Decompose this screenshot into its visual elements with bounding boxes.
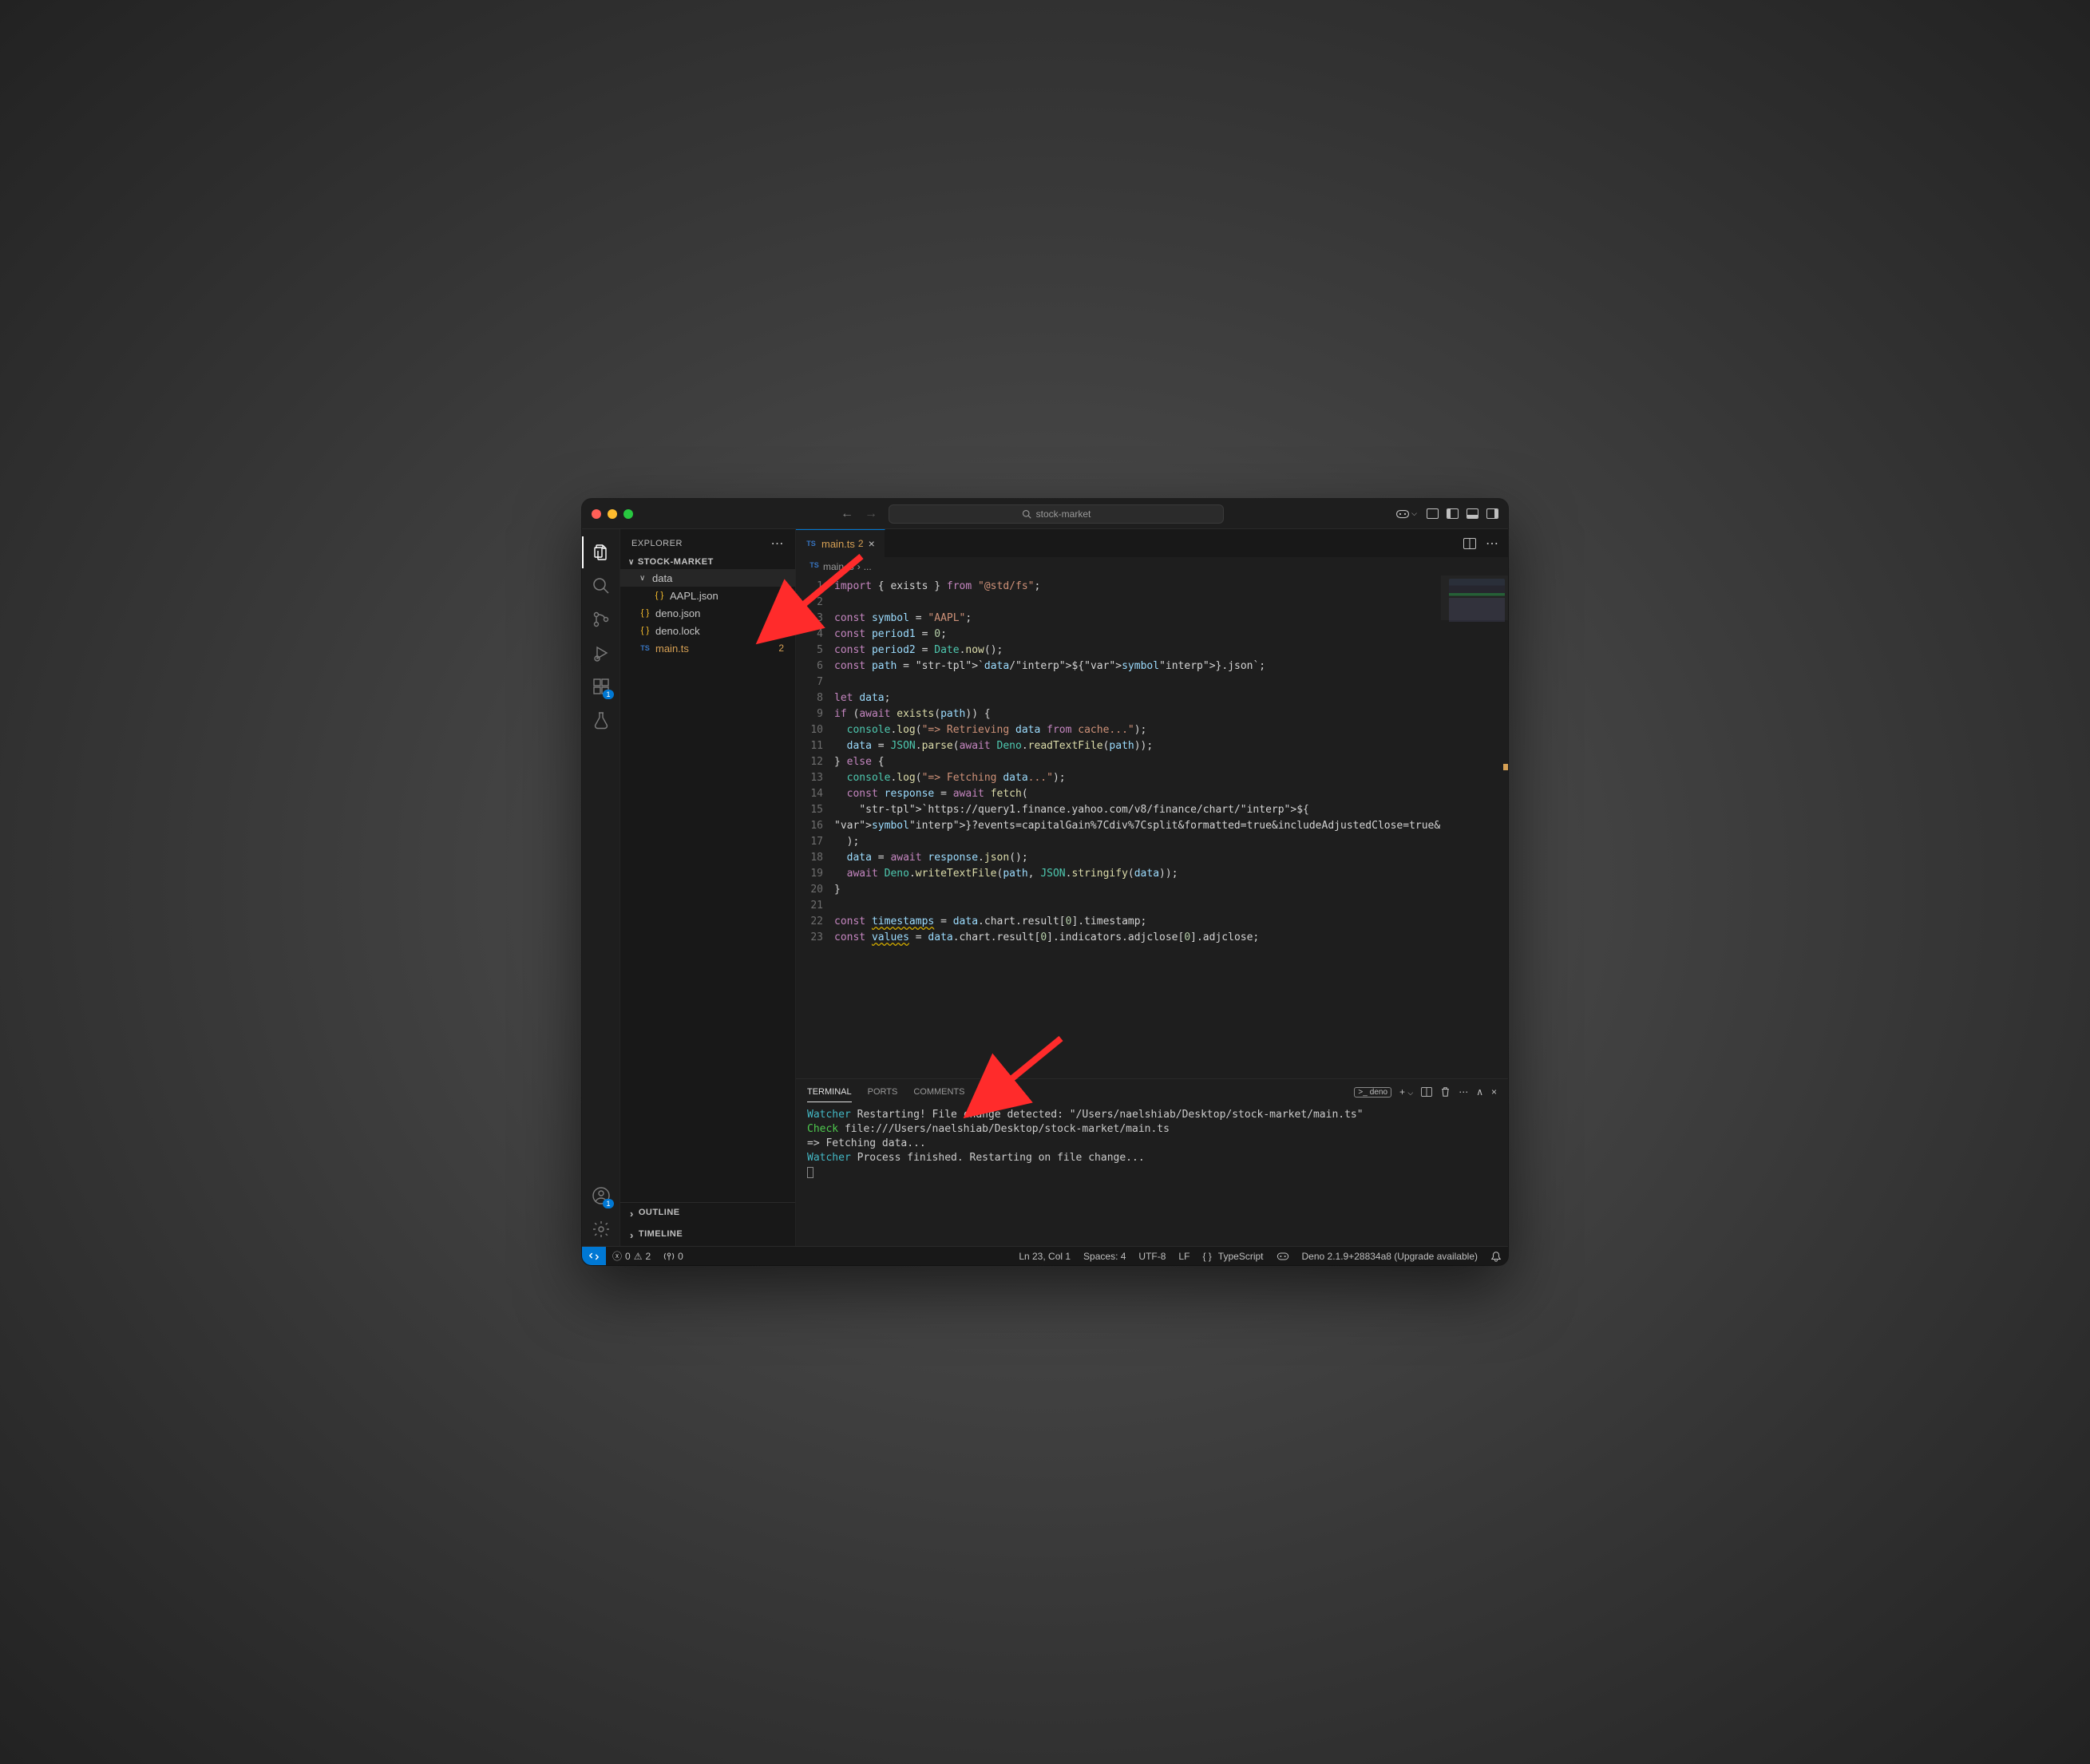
file-label: deno.json xyxy=(655,607,700,619)
new-terminal-icon[interactable]: + ⌵ xyxy=(1399,1086,1413,1098)
extensions-activity-icon[interactable]: 1 xyxy=(590,675,612,698)
accounts-activity-icon[interactable]: 1 xyxy=(590,1185,612,1207)
json-icon: { } xyxy=(654,591,665,600)
eol-status[interactable]: LF xyxy=(1172,1251,1196,1262)
editor-area: TS main.ts 2 × ⋯ TS main.ts › ... xyxy=(796,529,1508,1246)
comments-tab[interactable]: COMMENTS xyxy=(913,1082,964,1102)
problems-status[interactable]: ⓧ0 ⚠2 xyxy=(606,1249,657,1263)
layout-controls xyxy=(1427,508,1498,519)
outline-label: OUTLINE xyxy=(639,1208,680,1220)
settings-activity-icon[interactable] xyxy=(590,1218,612,1240)
ts-icon: TS xyxy=(806,540,817,548)
ports-status[interactable]: 0 xyxy=(657,1251,690,1262)
close-tab-icon[interactable]: × xyxy=(869,537,875,550)
problems-badge: 2 xyxy=(778,643,789,654)
tab-bar: TS main.ts 2 × ⋯ xyxy=(796,529,1508,558)
file-tree: ∨ data { } AAPL.json { } deno.json { } d… xyxy=(620,569,795,657)
nav-forward-icon[interactable]: → xyxy=(865,507,877,521)
nav-arrows: ← → xyxy=(841,507,877,521)
explorer-activity-icon[interactable] xyxy=(590,541,612,564)
debug-activity-icon[interactable] xyxy=(590,642,612,664)
maximize-panel-icon[interactable]: ∧ xyxy=(1476,1086,1483,1098)
maximize-window-button[interactable] xyxy=(623,509,633,519)
remote-indicator[interactable] xyxy=(582,1247,606,1265)
chevron-down-icon: ∨ xyxy=(639,574,647,583)
notifications-icon[interactable] xyxy=(1484,1251,1508,1262)
close-window-button[interactable] xyxy=(592,509,601,519)
terminal-panel: TERMINAL PORTS COMMENTS >_ deno + ⌵ ⋯ ∧ xyxy=(796,1078,1508,1246)
deno-status[interactable]: Deno 2.1.9+28834a8 (Upgrade available) xyxy=(1296,1251,1485,1262)
tab-problems-badge: 2 xyxy=(858,538,864,549)
ts-icon: TS xyxy=(639,644,651,652)
file-aapl-json[interactable]: { } AAPL.json xyxy=(620,587,795,604)
warning-icon: ⚠ xyxy=(634,1251,643,1262)
folder-label: data xyxy=(652,572,672,584)
terminal-output[interactable]: Watcher Restarting! File change detected… xyxy=(796,1105,1508,1246)
kill-terminal-icon[interactable] xyxy=(1440,1086,1451,1098)
json-icon: { } xyxy=(639,626,651,635)
split-editor-icon[interactable] xyxy=(1463,538,1476,549)
testing-activity-icon[interactable] xyxy=(590,709,612,731)
error-icon: ⓧ xyxy=(612,1249,622,1263)
ports-tab[interactable]: PORTS xyxy=(868,1082,898,1102)
titlebar: ← → stock-market ⌵ xyxy=(582,499,1508,529)
toggle-panel-icon[interactable] xyxy=(1467,508,1478,519)
terminal-tab[interactable]: TERMINAL xyxy=(807,1082,852,1102)
breadcrumb-file: main.ts xyxy=(823,561,854,572)
tab-main-ts[interactable]: TS main.ts 2 × xyxy=(796,529,885,557)
breadcrumb-rest: ... xyxy=(864,561,872,572)
status-bar: ⓧ0 ⚠2 0 Ln 23, Col 1 Spaces: 4 UTF-8 LF … xyxy=(582,1246,1508,1265)
file-label: main.ts xyxy=(655,643,689,655)
activity-bar: 1 1 xyxy=(582,529,620,1246)
tab-label: main.ts xyxy=(821,538,855,550)
vscode-window: ← → stock-market ⌵ xyxy=(582,499,1508,1265)
ts-icon: TS xyxy=(809,561,820,572)
search-activity-icon[interactable] xyxy=(590,575,612,597)
workspace-root-label: STOCK-MARKET xyxy=(638,557,714,567)
split-terminal-icon[interactable] xyxy=(1421,1087,1432,1097)
toggle-primary-sidebar-icon[interactable] xyxy=(1447,508,1459,519)
timeline-section[interactable]: TIMELINE xyxy=(620,1224,795,1246)
workspace-root[interactable]: STOCK-MARKET xyxy=(620,555,795,569)
json-icon: { } xyxy=(639,608,651,618)
explorer-sidebar: EXPLORER ⋯ STOCK-MARKET ∨ data { } AAPL.… xyxy=(620,529,796,1246)
antenna-icon xyxy=(663,1251,675,1261)
minimize-window-button[interactable] xyxy=(608,509,617,519)
accounts-badge: 1 xyxy=(603,1199,613,1208)
nav-back-icon[interactable]: ← xyxy=(841,507,853,521)
minimap[interactable] xyxy=(1441,575,1508,1078)
toggle-secondary-sidebar-icon[interactable] xyxy=(1486,508,1498,519)
copilot-status-icon[interactable] xyxy=(1270,1251,1296,1262)
file-main-ts[interactable]: TS main.ts 2 xyxy=(620,639,795,657)
editor-body[interactable]: 1234567891011121314151617181920212223 im… xyxy=(796,575,1508,1078)
language-status[interactable]: { }TypeScript xyxy=(1196,1251,1269,1262)
scm-activity-icon[interactable] xyxy=(590,608,612,631)
close-panel-icon[interactable]: × xyxy=(1491,1086,1497,1098)
editor-more-icon[interactable]: ⋯ xyxy=(1486,536,1498,552)
terminal-shell-label[interactable]: >_ deno xyxy=(1354,1087,1391,1098)
explorer-title: EXPLORER xyxy=(631,539,683,548)
timeline-label: TIMELINE xyxy=(639,1229,683,1241)
encoding-status[interactable]: UTF-8 xyxy=(1132,1251,1172,1262)
folder-data[interactable]: ∨ data xyxy=(620,569,795,587)
explorer-more-icon[interactable]: ⋯ xyxy=(771,536,785,552)
code-content[interactable]: import { exists } from "@std/fs"; const … xyxy=(834,575,1441,1078)
outline-section[interactable]: OUTLINE xyxy=(620,1203,795,1224)
layout-customize-icon[interactable] xyxy=(1427,508,1439,519)
file-label: deno.lock xyxy=(655,625,700,637)
window-controls xyxy=(592,509,633,519)
file-deno-lock[interactable]: { } deno.lock xyxy=(620,622,795,639)
breadcrumb[interactable]: TS main.ts › ... xyxy=(796,558,1508,575)
command-center-text: stock-market xyxy=(1036,508,1091,520)
search-icon xyxy=(1022,509,1031,519)
cursor-position[interactable]: Ln 23, Col 1 xyxy=(1012,1251,1077,1262)
indentation-status[interactable]: Spaces: 4 xyxy=(1077,1251,1132,1262)
extensions-badge: 1 xyxy=(603,690,613,699)
copilot-icon[interactable]: ⌵ xyxy=(1395,508,1417,520)
file-deno-json[interactable]: { } deno.json xyxy=(620,604,795,622)
command-center[interactable]: stock-market xyxy=(889,504,1224,524)
panel-more-icon[interactable]: ⋯ xyxy=(1459,1086,1468,1098)
file-label: AAPL.json xyxy=(670,590,718,602)
line-gutter: 1234567891011121314151617181920212223 xyxy=(796,575,834,1078)
